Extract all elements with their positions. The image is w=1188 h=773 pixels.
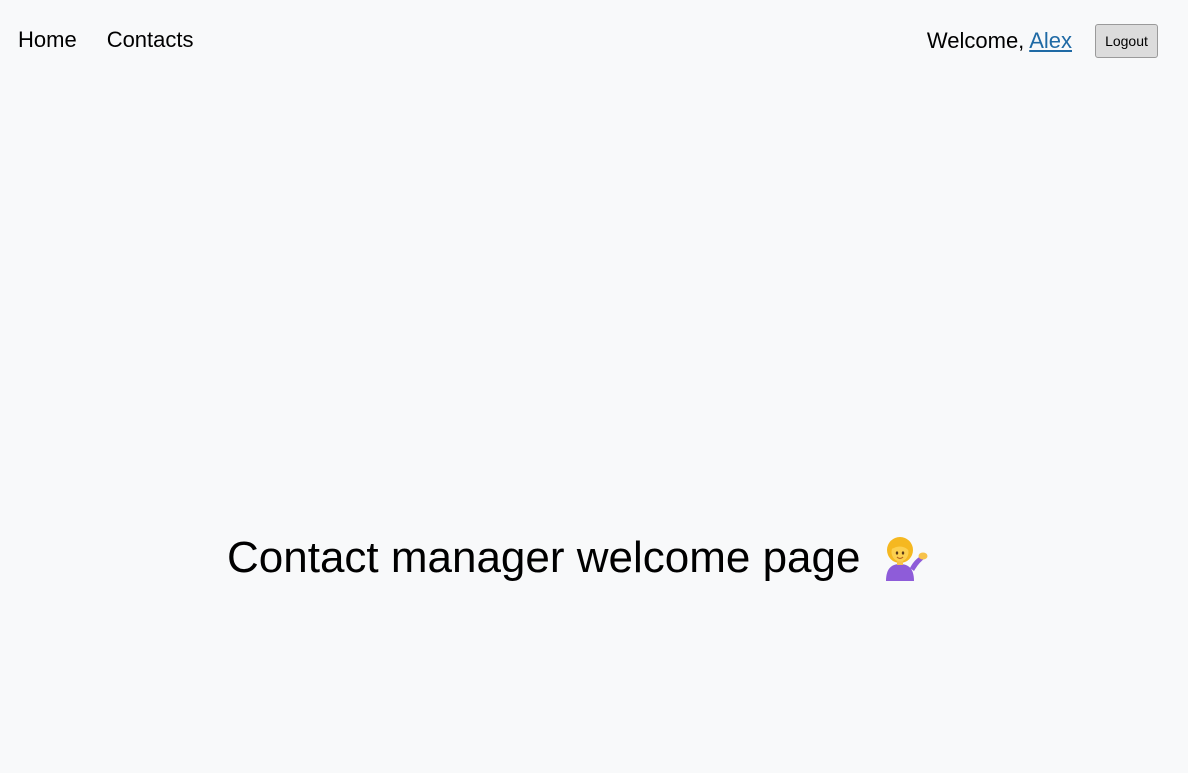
- user-name-link[interactable]: Alex: [1029, 28, 1072, 53]
- welcome-prefix: Welcome,: [926, 28, 1030, 53]
- main-nav: Home Contacts: [18, 27, 194, 53]
- logout-button[interactable]: Logout: [1095, 24, 1158, 58]
- woman-tipping-hand-icon: [880, 534, 928, 582]
- welcome-text: Welcome, Alex: [927, 25, 1072, 57]
- page: Home Contacts Welcome, Alex Logout Conta…: [0, 0, 1188, 773]
- nav-home-link[interactable]: Home: [18, 27, 77, 53]
- welcome-heading: Contact manager welcome page: [227, 532, 928, 584]
- nav-contacts-link[interactable]: Contacts: [107, 27, 194, 53]
- page-title: Contact manager welcome page: [227, 533, 861, 583]
- user-area: Welcome, Alex Logout: [927, 24, 1158, 58]
